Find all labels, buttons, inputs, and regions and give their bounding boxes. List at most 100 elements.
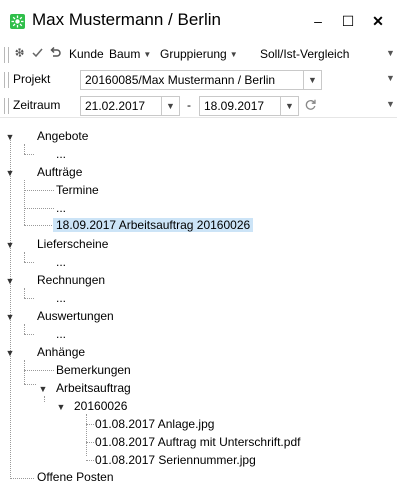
tree-node-label: 18.09.2017 Arbeitsauftrag 20160026 [53, 218, 254, 232]
expand-chevron-icon[interactable]: ▼ [5, 240, 15, 250]
expand-chevron-icon[interactable]: ▼ [5, 348, 15, 358]
toolbar-overflow-icon[interactable]: ▼ [386, 99, 395, 109]
tree-connector [24, 324, 25, 334]
tree-node-angebote-placeholder[interactable]: ... [53, 146, 69, 162]
tree-node-label: Bemerkungen [56, 363, 131, 377]
tree-connector [24, 262, 34, 263]
tree-node-label: 01.08.2017 Auftrag mit Unterschrift.pdf [95, 435, 301, 449]
tree-node-auswertungen[interactable]: Auswertungen [34, 308, 117, 324]
app-icon [10, 14, 25, 29]
tree-node-label: ... [56, 147, 67, 161]
tree-node-label: 01.08.2017 Anlage.jpg [95, 417, 215, 431]
tree-node-label: Lieferscheine [37, 237, 109, 251]
main-toolbar: Kunde Baum ▼ Gruppierung ▼ Soll/Ist-Vergle… [0, 44, 397, 66]
tree-connector [24, 225, 54, 226]
projekt-toolbar: Projekt 20160085/Max Mustermann / Berlin… [0, 69, 397, 91]
tree-connector [24, 334, 34, 335]
toolbar-grip[interactable] [4, 98, 9, 114]
tree-node-auftraege-placeholder[interactable]: ... [53, 200, 69, 216]
toolbar-grip[interactable] [4, 47, 9, 63]
zeitraum-toolbar: Zeitraum 21.02.2017 ▼ - 18.09.2017 ▼ ▼ [0, 95, 397, 117]
tree-node-label: 20160026 [74, 399, 128, 413]
tree-node-lieferscheine[interactable]: Lieferscheine [34, 236, 111, 252]
tree-node-termine[interactable]: Termine [53, 182, 102, 198]
baum-label: Baum [109, 47, 141, 61]
expand-chevron-icon[interactable]: ▼ [5, 168, 15, 178]
tree-connector [24, 370, 54, 371]
tree-node-20160026[interactable]: 20160026 [71, 398, 130, 414]
tree-node-lieferscheine-placeholder[interactable]: ... [53, 254, 69, 270]
date-from-picker[interactable]: 21.02.2017 ▼ [80, 96, 180, 116]
tree-node-file-anlage[interactable]: 01.08.2017 Anlage.jpg [92, 416, 217, 432]
expand-chevron-icon[interactable]: ▼ [56, 402, 66, 412]
date-to-value: 18.09.2017 [204, 99, 265, 113]
close-button[interactable]: ✕ [366, 10, 390, 32]
toolbar-separator [0, 117, 397, 118]
tree-node-angebote[interactable]: Angebote [34, 128, 91, 144]
minimize-button[interactable]: – [306, 10, 330, 32]
chevron-down-icon[interactable]: ▼ [161, 97, 179, 115]
projekt-select[interactable]: 20160085/Max Mustermann / Berlin ▼ [80, 70, 322, 90]
undo-icon[interactable] [49, 46, 62, 62]
tree-node-label: Termine [56, 183, 99, 197]
chevron-down-icon[interactable]: ▼ [303, 71, 321, 89]
window-title: Max Mustermann / Berlin [32, 10, 221, 29]
tree-node-file-seriennummer[interactable]: 01.08.2017 Seriennummer.jpg [92, 452, 259, 468]
project-tree: ▼ Angebote ... ▼ Aufträge Termine ... 18… [0, 120, 397, 484]
expand-chevron-icon[interactable]: ▼ [38, 384, 48, 394]
kunde-button[interactable]: Kunde [69, 47, 104, 61]
date-from-value: 21.02.2017 [85, 99, 146, 113]
toolbar-overflow-icon[interactable]: ▼ [386, 73, 395, 83]
refresh-icon[interactable] [304, 98, 317, 114]
toolbar-overflow-icon[interactable]: ▼ [386, 48, 395, 58]
projekt-label: Projekt [13, 72, 51, 86]
tree-connector [24, 252, 25, 262]
date-to-picker[interactable]: 18.09.2017 ▼ [199, 96, 299, 116]
checkmark-icon[interactable] [31, 46, 44, 62]
tree-node-label: Anhänge [37, 345, 86, 359]
tree-connector [24, 180, 25, 225]
soll-ist-vergleich-button[interactable]: Soll/Ist-Vergleich [260, 47, 349, 61]
tree-node-auftraege[interactable]: Aufträge [34, 164, 85, 180]
tree-node-label: ... [56, 201, 67, 215]
chevron-down-icon[interactable]: ▼ [280, 97, 298, 115]
toolbar-grip[interactable] [4, 72, 9, 88]
projekt-value: 20160085/Max Mustermann / Berlin [85, 73, 276, 87]
tree-connector [24, 288, 25, 298]
tree-node-label: Rechnungen [37, 273, 106, 287]
tree-node-label: Angebote [37, 129, 89, 143]
dropdown-arrow-icon: ▼ [229, 50, 238, 59]
tree-node-bemerkungen[interactable]: Bemerkungen [53, 362, 134, 378]
tree-node-anhaenge[interactable]: Anhänge [34, 344, 88, 360]
gruppierung-label: Gruppierung [160, 47, 227, 61]
tree-node-rechnungen-placeholder[interactable]: ... [53, 290, 69, 306]
tree-node-arbeitsauftrag[interactable]: Arbeitsauftrag [53, 380, 134, 396]
tree-node-label: Offene Posten [37, 470, 114, 484]
baum-dropdown[interactable]: Baum ▼ [109, 47, 151, 61]
tree-node-label: Auswertungen [37, 309, 114, 323]
expand-chevron-icon[interactable]: ▼ [5, 312, 15, 322]
tree-node-label: Aufträge [37, 165, 83, 179]
settings-icon[interactable] [13, 46, 26, 62]
tree-node-label: 01.08.2017 Seriennummer.jpg [95, 453, 256, 467]
gruppierung-dropdown[interactable]: Gruppierung ▼ [160, 47, 238, 61]
tree-node-rechnungen[interactable]: Rechnungen [34, 272, 108, 288]
tree-connector [24, 154, 34, 155]
expand-chevron-icon[interactable]: ▼ [5, 132, 15, 142]
tree-node-arbeitsauftrag-selected[interactable]: 18.09.2017 Arbeitsauftrag 20160026 [53, 217, 254, 233]
tree-node-offene-posten[interactable]: Offene Posten [34, 469, 117, 485]
tree-connector [24, 360, 25, 384]
maximize-button[interactable]: ☐ [336, 10, 360, 32]
tree-node-label: ... [56, 255, 67, 269]
tree-connector [24, 298, 34, 299]
tree-node-label: ... [56, 327, 67, 341]
tree-connector [24, 190, 54, 191]
date-range-separator: - [187, 98, 191, 112]
tree-connector [44, 396, 45, 402]
expand-chevron-icon[interactable]: ▼ [5, 276, 15, 286]
title-bar: Max Mustermann / Berlin – ☐ ✕ [0, 0, 397, 40]
tree-node-auswertungen-placeholder[interactable]: ... [53, 326, 69, 342]
tree-connector [86, 414, 87, 456]
tree-connector [10, 136, 11, 479]
tree-node-file-auftrag[interactable]: 01.08.2017 Auftrag mit Unterschrift.pdf [92, 434, 303, 450]
